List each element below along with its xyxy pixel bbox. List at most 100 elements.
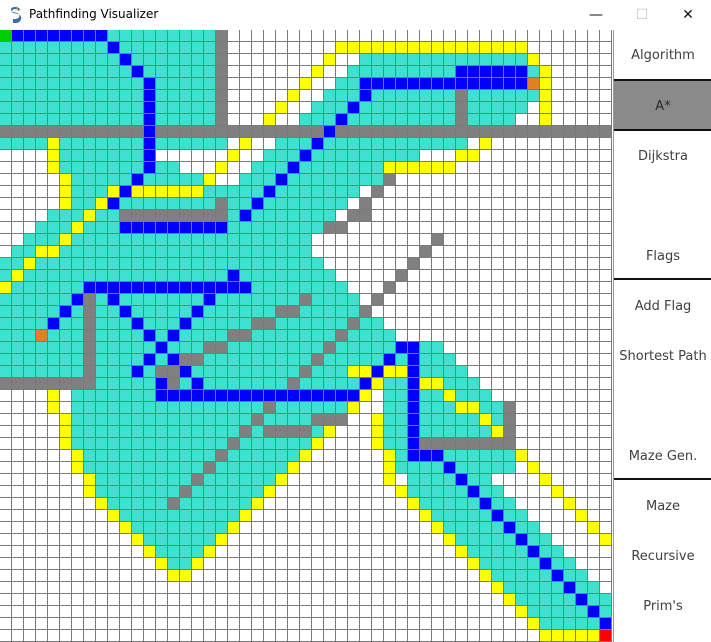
grid-cell[interactable] [48,414,60,426]
grid-cell[interactable] [216,150,228,162]
grid-cell[interactable] [372,486,384,498]
grid-cell[interactable] [588,66,600,78]
grid-cell[interactable] [480,378,492,390]
path-cell[interactable] [408,402,420,414]
visited-cell[interactable] [60,138,72,150]
visited-cell[interactable] [156,90,168,102]
grid-cell[interactable] [456,234,468,246]
path-cell[interactable] [84,282,96,294]
grid-cell[interactable] [516,402,528,414]
grid-cell[interactable] [276,66,288,78]
visited-cell[interactable] [384,150,396,162]
grid-cell[interactable] [456,558,468,570]
grid-cell[interactable] [396,330,408,342]
grid-cell[interactable] [432,318,444,330]
grid-cell[interactable] [372,306,384,318]
grid-cell[interactable] [252,54,264,66]
grid-cell[interactable] [480,174,492,186]
grid-cell[interactable] [516,270,528,282]
grid-cell[interactable] [444,174,456,186]
path-cell[interactable] [504,66,516,78]
grid-cell[interactable] [492,162,504,174]
visited-cell[interactable] [396,426,408,438]
frontier-cell[interactable] [360,366,372,378]
grid-cell[interactable] [456,594,468,606]
grid-cell[interactable] [360,282,372,294]
visited-cell[interactable] [396,450,408,462]
path-cell[interactable] [48,318,60,330]
grid-cell[interactable] [240,162,252,174]
visited-cell[interactable] [0,90,12,102]
grid-cell[interactable] [492,258,504,270]
frontier-cell[interactable] [252,498,264,510]
wall-cell[interactable] [216,78,228,90]
visited-cell[interactable] [540,606,552,618]
wall-cell[interactable] [132,126,144,138]
grid-cell[interactable] [396,282,408,294]
visited-cell[interactable] [240,174,252,186]
grid-cell[interactable] [468,366,480,378]
grid-cell[interactable] [300,522,312,534]
grid-cell[interactable] [564,162,576,174]
visited-cell[interactable] [144,378,156,390]
grid-cell[interactable] [468,330,480,342]
visited-cell[interactable] [180,438,192,450]
visited-cell[interactable] [372,342,384,354]
end-cell[interactable] [600,630,612,642]
grid-cell[interactable] [228,138,240,150]
grid-cell[interactable] [600,210,612,222]
visited-cell[interactable] [396,138,408,150]
grid-cell[interactable] [444,234,456,246]
visited-cell[interactable] [72,90,84,102]
grid-cell[interactable] [444,294,456,306]
wall-cell[interactable] [264,318,276,330]
visited-cell[interactable] [228,378,240,390]
visited-cell[interactable] [180,474,192,486]
visited-cell[interactable] [240,270,252,282]
visited-cell[interactable] [168,258,180,270]
grid-cell[interactable] [456,162,468,174]
visited-cell[interactable] [84,438,96,450]
visited-cell[interactable] [336,150,348,162]
grid-cell[interactable] [84,630,96,642]
grid-cell[interactable] [336,30,348,42]
visited-cell[interactable] [132,486,144,498]
visited-cell[interactable] [120,138,132,150]
grid-cell[interactable] [48,474,60,486]
visited-cell[interactable] [144,510,156,522]
wall-cell[interactable] [336,126,348,138]
grid-cell[interactable] [528,426,540,438]
visited-cell[interactable] [444,138,456,150]
visited-cell[interactable] [108,438,120,450]
visited-cell[interactable] [180,114,192,126]
visited-cell[interactable] [108,66,120,78]
visited-cell[interactable] [276,414,288,426]
visited-cell[interactable] [264,258,276,270]
visited-cell[interactable] [324,198,336,210]
visited-cell[interactable] [492,114,504,126]
wall-cell[interactable] [480,438,492,450]
grid-cell[interactable] [600,174,612,186]
grid-cell[interactable] [324,570,336,582]
visited-cell[interactable] [204,474,216,486]
grid-cell[interactable] [516,366,528,378]
visited-cell[interactable] [336,402,348,414]
visited-cell[interactable] [36,102,48,114]
frontier-cell[interactable] [348,42,360,54]
grid-cell[interactable] [264,606,276,618]
frontier-cell[interactable] [72,462,84,474]
visited-cell[interactable] [204,330,216,342]
visited-cell[interactable] [444,90,456,102]
visited-cell[interactable] [84,462,96,474]
grid-cell[interactable] [168,594,180,606]
visited-cell[interactable] [96,54,108,66]
path-cell[interactable] [432,450,444,462]
grid-cell[interactable] [276,522,288,534]
frontier-cell[interactable] [24,258,36,270]
grid-cell[interactable] [516,318,528,330]
close-button[interactable]: ✕ [665,0,711,30]
grid-cell[interactable] [360,450,372,462]
visited-cell[interactable] [384,342,396,354]
visited-cell[interactable] [444,426,456,438]
frontier-cell[interactable] [396,162,408,174]
